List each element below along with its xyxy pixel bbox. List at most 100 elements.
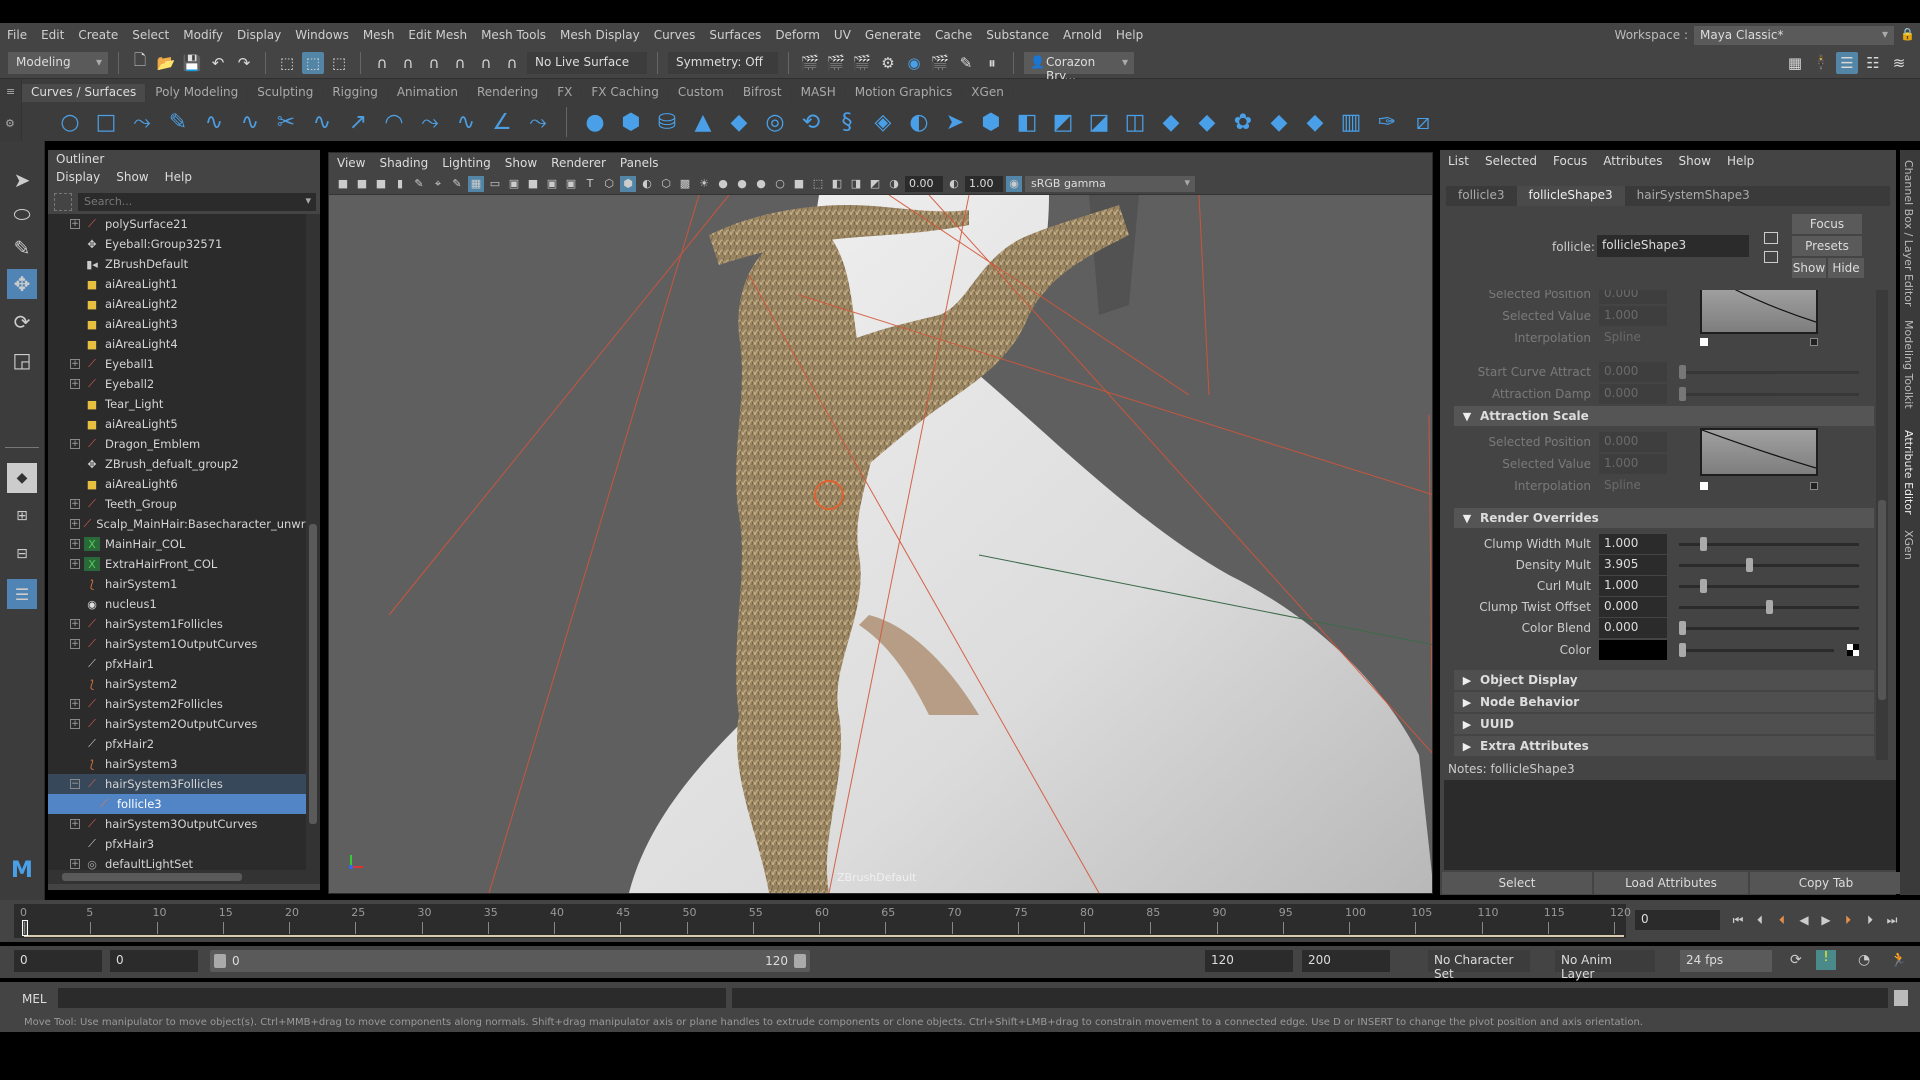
outliner-item[interactable]: ■ Tear_Light — [48, 394, 306, 414]
anim-layer-dropdown[interactable]: No Anim Layer — [1555, 950, 1655, 981]
expand-icon[interactable]: + — [70, 699, 80, 709]
viewport-menu-view[interactable]: View — [337, 156, 365, 170]
load-attributes-button[interactable]: Load Attributes — [1594, 872, 1748, 894]
bookmark-icon[interactable]: ▮ — [392, 176, 408, 192]
go-to-output-icon[interactable] — [1764, 251, 1778, 263]
cv-curve-icon[interactable]: ⤳ — [128, 108, 156, 136]
scroll-thumb[interactable] — [309, 524, 317, 824]
render-view-icon[interactable]: 🎬 — [799, 52, 821, 74]
snap-curve-icon[interactable]: ∩ — [397, 52, 419, 74]
single-perspective-layout-icon[interactable]: ◆ — [7, 463, 37, 493]
menuset-dropdown[interactable]: Modeling — [8, 51, 108, 74]
select-object-icon[interactable]: ⬚ — [302, 51, 324, 74]
shelf-tab-mash[interactable]: MASH — [792, 84, 846, 102]
color-management-icon[interactable]: ◉ — [1006, 175, 1022, 192]
viewport-scene[interactable]: ZBrushDefault — [329, 195, 1432, 893]
attr-value-field[interactable]: 1.000 — [1599, 576, 1667, 596]
menu-generate[interactable]: Generate — [858, 28, 928, 42]
current-frame-field[interactable]: 0 — [1635, 910, 1720, 930]
attr-slider[interactable] — [1679, 537, 1859, 551]
playback-start-field[interactable]: 0 — [110, 950, 198, 972]
upper-ramp-graph[interactable] — [1700, 290, 1818, 334]
viewport-menu-renderer[interactable]: Renderer — [551, 156, 606, 170]
attr-slider[interactable] — [1679, 579, 1859, 593]
isolate-select-icon[interactable]: ⬚ — [810, 176, 826, 192]
select-tool-icon[interactable]: ➤ — [7, 165, 37, 195]
go-to-start-icon[interactable]: ⏮ — [1730, 912, 1746, 928]
slider-handle[interactable] — [1699, 579, 1707, 593]
outliner-item[interactable]: + ◎ defaultLightSet — [48, 854, 306, 870]
xray-components-icon[interactable]: ◩ — [867, 176, 883, 192]
menu-surfaces[interactable]: Surfaces — [702, 28, 768, 42]
ramp-marker-icon[interactable] — [1700, 338, 1708, 346]
viewport-menu-panels[interactable]: Panels — [620, 156, 659, 170]
gate-mask-icon[interactable]: ■ — [525, 176, 541, 192]
workspace-dropdown[interactable]: Maya Classic* — [1694, 25, 1894, 45]
outliner-item[interactable]: + ⟋ hairSystem1Follicles — [48, 614, 306, 634]
two-pane-layout-icon[interactable]: ⊟ — [7, 539, 37, 569]
shelf-tab-sculpting[interactable]: Sculpting — [248, 84, 324, 102]
character-set-dropdown[interactable]: No Character Set — [1428, 950, 1530, 981]
pencil-curve-icon[interactable]: ✎ — [164, 108, 192, 136]
slider-handle[interactable] — [1679, 621, 1686, 635]
outliner-item[interactable]: ◉ nucleus1 — [48, 594, 306, 614]
offset-curve-icon[interactable]: ◠ — [380, 108, 408, 136]
menu-help[interactable]: Help — [1109, 28, 1150, 42]
step-back-frame-icon[interactable]: ⏴ — [1752, 912, 1768, 928]
outliner-item[interactable]: + ⟋ Eyeball2 — [48, 374, 306, 394]
step-back-key-icon[interactable]: ⏴ — [1774, 912, 1790, 928]
shelf-tab-xgen[interactable]: XGen — [962, 84, 1014, 102]
expand-icon[interactable]: + — [70, 539, 80, 549]
attraction-scale-ramp[interactable] — [1700, 428, 1818, 476]
use-all-lights-icon[interactable]: ☀ — [696, 176, 712, 192]
show-button[interactable]: Show — [1792, 258, 1826, 278]
outliner-hscrollbar[interactable] — [48, 870, 320, 884]
outliner-layout-icon[interactable]: ☰ — [7, 579, 37, 609]
notes-textarea[interactable] — [1444, 780, 1896, 870]
outliner-menu-display[interactable]: Display — [56, 170, 100, 184]
interpolation-dropdown[interactable]: Spline — [1599, 328, 1679, 348]
symmetry-dropdown[interactable]: Symmetry: Off — [668, 51, 778, 74]
channel-box-icon[interactable]: ≋ — [1888, 52, 1910, 74]
presets-button[interactable]: Presets — [1792, 236, 1862, 256]
expand-icon[interactable]: + — [70, 439, 80, 449]
four-view-layout-icon[interactable]: ⊞ — [7, 501, 37, 531]
live-surface-field[interactable]: No Live Surface — [527, 51, 647, 74]
attr-slider[interactable] — [1679, 365, 1859, 379]
anim-preferences-icon[interactable]: ◔ — [1858, 952, 1870, 968]
loft-icon[interactable]: § — [833, 108, 861, 136]
viewport-panel[interactable]: View Shading Lighting Show Renderer Pane… — [328, 152, 1433, 894]
xray-icon[interactable]: ◧ — [829, 176, 845, 192]
menu-mesh-tools[interactable]: Mesh Tools — [474, 28, 553, 42]
grease-pencil-icon[interactable]: ✎ — [449, 176, 465, 192]
expand-icon[interactable]: + — [70, 639, 80, 649]
loop-icon[interactable]: ⟳ — [1790, 952, 1802, 968]
expand-icon[interactable]: + — [70, 559, 80, 569]
rebuild-surface-icon[interactable]: ⧄ — [1409, 108, 1437, 136]
birail-icon[interactable]: ➤ — [941, 108, 969, 136]
light-editor-icon[interactable]: ✎ — [955, 52, 977, 74]
open-scene-icon[interactable]: 📂 — [155, 52, 177, 74]
nurbs-plane-icon[interactable]: ◆ — [725, 108, 753, 136]
field-chart-icon[interactable]: ▣ — [544, 176, 560, 192]
move-tool-icon[interactable]: ✥ — [7, 269, 37, 299]
revolve-icon[interactable]: ⟲ — [797, 108, 825, 136]
attr-value[interactable]: 0.000 — [1599, 362, 1667, 382]
shelf-tab-custom[interactable]: Custom — [669, 84, 734, 102]
menu-select[interactable]: Select — [125, 28, 176, 42]
bezier-curve-icon[interactable]: ∿ — [236, 108, 264, 136]
shelf-tab-curves-surfaces[interactable]: Curves / Surfaces — [22, 84, 147, 102]
outliner-item[interactable]: + ⟋ hairSystem1OutputCurves — [48, 634, 306, 654]
shelf-tab-rendering[interactable]: Rendering — [468, 84, 549, 102]
character-control-icon[interactable]: 🏃 — [1890, 952, 1907, 968]
modeling-toolkit-icon[interactable]: ▦ — [1784, 52, 1806, 74]
start-time-field[interactable]: 0 — [14, 950, 102, 972]
menu-curves[interactable]: Curves — [647, 28, 703, 42]
lock-camera-icon[interactable]: ■ — [354, 176, 370, 192]
slider-handle[interactable] — [1679, 643, 1686, 657]
untrim-icon[interactable]: ◆ — [1193, 108, 1221, 136]
attr-value-field[interactable]: 1.000 — [1599, 534, 1667, 554]
expand-icon[interactable]: + — [70, 499, 80, 509]
fillet-blend-icon[interactable]: ✿ — [1229, 108, 1257, 136]
render-setup-icon[interactable]: 🎬 — [929, 52, 951, 74]
